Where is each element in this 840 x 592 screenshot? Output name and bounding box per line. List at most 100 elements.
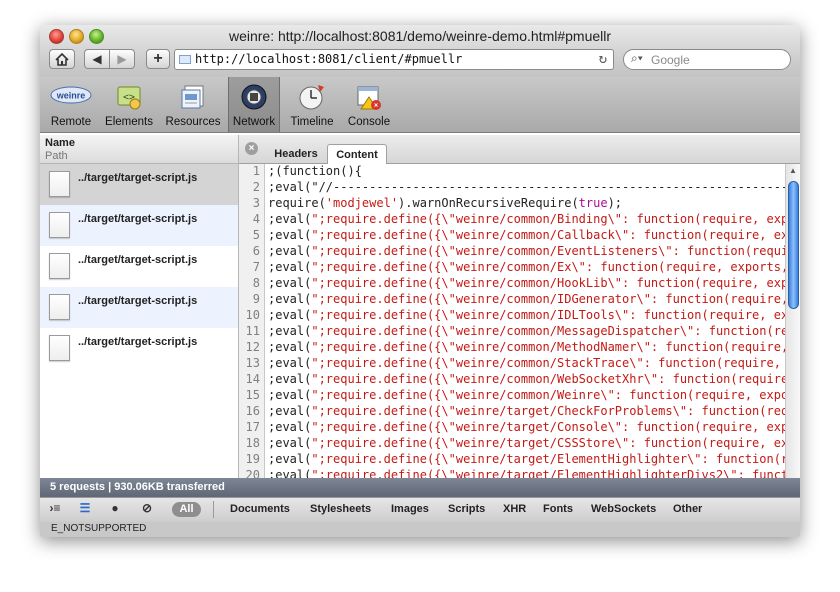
filter-stylesheets[interactable]: Stylesheets bbox=[310, 503, 371, 515]
code-text: ;eval(";require.define({\"weinre/common/… bbox=[268, 324, 785, 338]
home-button[interactable] bbox=[49, 49, 75, 69]
name-column-title: Name bbox=[45, 137, 75, 149]
scroll-up-icon[interactable]: ▲ bbox=[789, 166, 797, 175]
code-token: ;eval( bbox=[268, 404, 312, 418]
add-bookmark-button[interactable]: + bbox=[146, 49, 170, 69]
line-number: 16 bbox=[245, 404, 260, 418]
filter-websockets[interactable]: WebSockets bbox=[591, 503, 656, 515]
console-icon: × bbox=[355, 83, 383, 111]
network-summary: 5 requests | 930.06KB transferred bbox=[50, 481, 225, 493]
clear-icon[interactable]: ⊘ bbox=[138, 501, 156, 517]
code-token: ;eval( bbox=[268, 244, 312, 258]
filter-documents[interactable]: Documents bbox=[230, 503, 290, 515]
network-icon bbox=[240, 83, 268, 111]
code-token: 'modjewel' bbox=[325, 196, 399, 210]
code-text: ;eval(";require.define({\"weinre/common/… bbox=[268, 276, 785, 290]
code-token: ;eval( bbox=[268, 292, 312, 306]
console-toggle-icon[interactable]: ›≡ bbox=[46, 501, 64, 517]
toolbar-timeline[interactable]: Timeline bbox=[284, 77, 340, 132]
request-row[interactable]: ../target/target-script.js bbox=[40, 205, 238, 246]
toolbar-network[interactable]: Network bbox=[228, 77, 280, 132]
address-text[interactable]: http://localhost:8081/client/#pmuellr bbox=[195, 52, 462, 66]
back-button[interactable]: ◀ bbox=[84, 49, 110, 69]
code-token: ";require.define({\"weinre/common/Method… bbox=[311, 340, 785, 354]
tab-headers[interactable]: Headers bbox=[265, 144, 327, 164]
error-message: E_NOTSUPPORTED bbox=[51, 523, 147, 534]
code-token: ";require.define({\"weinre/target/Elemen… bbox=[311, 452, 785, 466]
code-line: 11 ;eval(";require.define({\"weinre/commo… bbox=[239, 324, 785, 340]
toolbar-network-label: Network bbox=[232, 116, 276, 128]
line-number: 14 bbox=[245, 372, 260, 386]
tab-content[interactable]: Content bbox=[327, 144, 387, 164]
error-status-bar: E_NOTSUPPORTED bbox=[40, 522, 800, 537]
line-number: 7 bbox=[252, 260, 260, 274]
file-icon bbox=[49, 294, 70, 320]
code-token: ";require.define({\"weinre/common/IDLToo… bbox=[311, 308, 785, 322]
code-token: ;eval( bbox=[268, 340, 312, 354]
toolbar-remote[interactable]: weinre Remote bbox=[48, 77, 94, 132]
list-view-icon[interactable]: ☰ bbox=[76, 501, 94, 517]
line-number: 11 bbox=[245, 324, 260, 338]
page-icon bbox=[179, 55, 191, 64]
filter-xhr[interactable]: XHR bbox=[503, 503, 526, 515]
line-number: 13 bbox=[245, 356, 260, 370]
filter-other[interactable]: Other bbox=[673, 503, 702, 515]
file-icon bbox=[49, 253, 70, 279]
record-icon[interactable]: ● bbox=[106, 501, 124, 517]
code-text: require('modjewel').warnOnRecursiveRequi… bbox=[268, 196, 622, 210]
line-number: 9 bbox=[252, 292, 260, 306]
request-row[interactable]: ../target/target-script.js bbox=[40, 164, 238, 205]
path-column-subtitle: Path bbox=[45, 150, 68, 162]
line-number: 2 bbox=[252, 180, 260, 194]
request-name: ../target/target-script.js bbox=[78, 254, 198, 266]
code-token: ;eval( bbox=[268, 436, 312, 450]
reload-icon[interactable]: ↻ bbox=[599, 51, 607, 67]
line-number: 8 bbox=[252, 276, 260, 290]
line-number: 5 bbox=[252, 228, 260, 242]
search-field[interactable]: ⌕▾ Google bbox=[623, 49, 791, 70]
address-bar[interactable]: http://localhost:8081/client/#pmuellr ↻ bbox=[174, 49, 614, 70]
browser-window: weinre: http://localhost:8081/demo/weinr… bbox=[40, 25, 800, 537]
filter-images[interactable]: Images bbox=[391, 503, 429, 515]
file-icon bbox=[49, 335, 70, 361]
code-token: require( bbox=[268, 196, 326, 210]
code-token: ;eval( bbox=[268, 308, 312, 322]
toolbar-console[interactable]: × Console bbox=[343, 77, 395, 132]
code-token: ";require.define({\"weinre/target/CheckF… bbox=[311, 404, 785, 418]
code-text: ;eval(";require.define({\"weinre/common/… bbox=[268, 212, 785, 226]
code-token: ";require.define({\"weinre/common/WebSoc… bbox=[311, 372, 785, 386]
content-scrollbar[interactable]: ▲ ▼ bbox=[785, 164, 800, 494]
filter-all-button[interactable]: All bbox=[172, 502, 201, 517]
code-line: 6 ;eval(";require.define({\"weinre/common… bbox=[239, 244, 785, 260]
line-number: 17 bbox=[245, 420, 260, 434]
toolbar-timeline-label: Timeline bbox=[290, 116, 334, 128]
request-name: ../target/target-script.js bbox=[78, 295, 198, 307]
filter-fonts[interactable]: Fonts bbox=[543, 503, 573, 515]
code-line: 17 ;eval(";require.define({\"weinre/targe… bbox=[239, 420, 785, 436]
request-name: ../target/target-script.js bbox=[78, 336, 198, 348]
toolbar-elements[interactable]: <> Elements bbox=[100, 77, 158, 132]
code-token: ;eval( bbox=[268, 212, 312, 226]
code-token: ;eval( bbox=[268, 228, 312, 242]
line-number: 4 bbox=[252, 212, 260, 226]
line-number: 15 bbox=[245, 388, 260, 402]
close-detail-icon[interactable]: × bbox=[245, 142, 258, 155]
toolbar-resources[interactable]: Resources bbox=[162, 77, 224, 132]
filter-scripts[interactable]: Scripts bbox=[448, 503, 485, 515]
scrollbar-thumb[interactable] bbox=[788, 181, 799, 309]
code-line: 19 ;eval(";require.define({\"weinre/targe… bbox=[239, 452, 785, 468]
forward-button[interactable]: ▶ bbox=[109, 49, 135, 69]
code-token: ";require.define({\"weinre/common/EventL… bbox=[311, 244, 785, 258]
name-column-header[interactable]: Name Path bbox=[40, 135, 238, 164]
code-token: true bbox=[578, 196, 608, 210]
code-token: ;eval( bbox=[268, 356, 312, 370]
code-token: ;eval( bbox=[268, 276, 312, 290]
request-row[interactable]: ../target/target-script.js bbox=[40, 246, 238, 287]
filter-divider bbox=[213, 501, 214, 518]
request-row[interactable]: ../target/target-script.js bbox=[40, 328, 238, 369]
plus-icon: + bbox=[153, 50, 163, 67]
code-token: ;eval( bbox=[268, 452, 312, 466]
code-token: ;eval( bbox=[268, 420, 312, 434]
request-row[interactable]: ../target/target-script.js bbox=[40, 287, 238, 328]
search-icon: ⌕▾ bbox=[631, 51, 643, 65]
